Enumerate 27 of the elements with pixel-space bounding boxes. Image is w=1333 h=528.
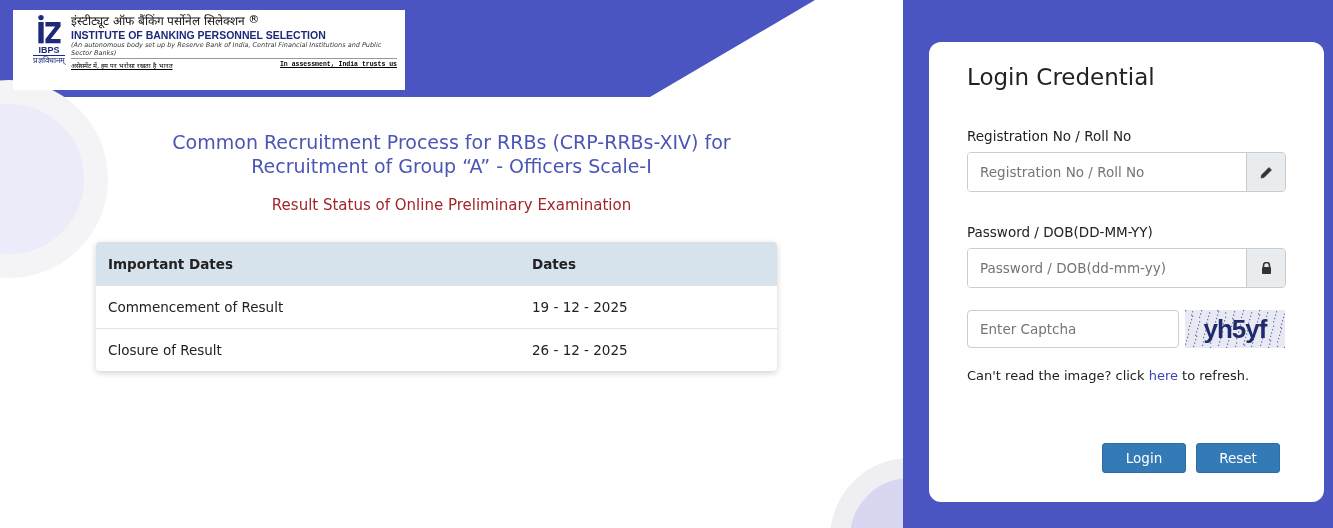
column-header: Dates xyxy=(531,255,577,272)
captcha-field[interactable]: Enter Captcha xyxy=(967,310,1179,348)
hindi-name: इंस्टीट्यूट ऑफ बैंकिंग पर्सोनेल सिलेक्शन xyxy=(71,14,246,29)
field-label: Registration No / Roll No xyxy=(967,128,1133,144)
table-cell-text: 19 - 12 - 2025 xyxy=(531,299,629,315)
refresh-link[interactable]: here xyxy=(1148,368,1178,383)
table-cell-text: Closure of Result xyxy=(107,342,223,358)
column-header: Important Dates xyxy=(107,255,234,272)
emblem-icon xyxy=(35,14,63,46)
refresh-hint: Can't read the image? click here to refresh. xyxy=(967,368,1251,383)
pencil-icon xyxy=(1246,153,1285,191)
field-label: Password / DOB(DD-MM-YY) xyxy=(967,224,1154,240)
input-field[interactable]: Password / DOB(dd-mm-yy) xyxy=(967,248,1286,288)
page-subtitle: Result Status of Online Preliminary Examination xyxy=(271,196,632,214)
input-field[interactable]: Registration No / Roll No xyxy=(967,152,1286,192)
emblem-label: IBPS xyxy=(38,46,60,55)
login-heading: Login Credential xyxy=(967,64,1156,90)
table-cell-text: Commencement of Result xyxy=(107,299,285,315)
table-cell-text: 26 - 12 - 2025 xyxy=(531,342,629,358)
emblem-motto: प्रज्ञविधानम् xyxy=(33,55,65,67)
lock-icon xyxy=(1246,249,1285,287)
captcha-image: yh5yf xyxy=(1185,310,1285,348)
registered-mark: ® xyxy=(248,14,260,25)
page-title: Common Recruitment Process for RRBs (CRP-RRBs-XIV) for Recruitment of Group “A” - Officers Scale-I xyxy=(171,130,732,178)
action-button[interactable]: Login xyxy=(1102,443,1186,473)
english-name: INSTITUTE OF BANKING PERSONNEL SELECTION xyxy=(71,29,327,42)
action-button[interactable]: Reset xyxy=(1196,443,1280,473)
